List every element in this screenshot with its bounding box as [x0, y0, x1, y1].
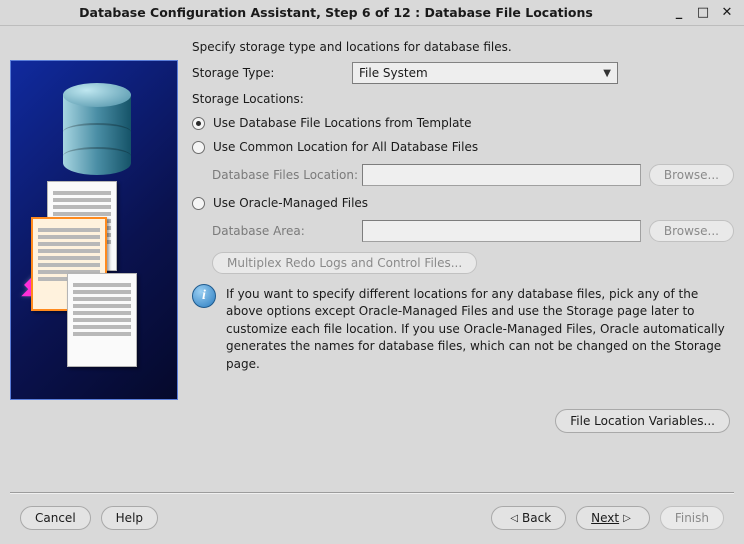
storage-locations-row: Storage Locations:	[192, 92, 734, 106]
next-button[interactable]: Next ▷	[576, 506, 650, 530]
wizard-sidebar-graphic	[10, 60, 178, 400]
common-location-label: Database Files Location:	[212, 168, 362, 182]
main-row: Specify storage type and locations for d…	[10, 34, 734, 492]
form-panel: Specify storage type and locations for d…	[190, 34, 734, 492]
storage-locations-label: Storage Locations:	[192, 92, 304, 106]
radio-omf-row: Use Oracle-Managed Files	[192, 196, 734, 210]
footer-right: ◁ Back Next ▷ Finish	[491, 506, 724, 530]
instruction-text: Specify storage type and locations for d…	[192, 40, 734, 54]
radio-use-template-label: Use Database File Locations from Templat…	[213, 116, 472, 130]
back-button[interactable]: ◁ Back	[491, 506, 566, 530]
footer-left: Cancel Help	[20, 506, 158, 530]
radio-use-common[interactable]	[192, 141, 205, 154]
storage-locations-group: Use Database File Locations from Templat…	[192, 116, 734, 274]
help-button[interactable]: Help	[101, 506, 158, 530]
wizard-footer: Cancel Help ◁ Back Next ▷ Finish	[10, 492, 734, 544]
radio-use-omf-label: Use Oracle-Managed Files	[213, 196, 368, 210]
common-location-input	[362, 164, 641, 186]
window-root: Database Configuration Assistant, Step 6…	[0, 0, 744, 544]
file-location-variables-button[interactable]: File Location Variables...	[555, 409, 730, 433]
storage-type-row: Storage Type: File System ▼	[192, 62, 734, 84]
titlebar: Database Configuration Assistant, Step 6…	[0, 0, 744, 26]
finish-button: Finish	[660, 506, 724, 530]
radio-use-omf[interactable]	[192, 197, 205, 210]
radio-template-row: Use Database File Locations from Templat…	[192, 116, 734, 130]
chevron-down-icon: ▼	[603, 68, 611, 79]
omf-area-input	[362, 220, 641, 242]
chevron-right-icon: ▷	[623, 513, 631, 524]
multiplex-row: Multiplex Redo Logs and Control Files...	[192, 252, 734, 274]
browse-common-button: Browse...	[649, 164, 734, 186]
cancel-button[interactable]: Cancel	[20, 506, 91, 530]
browse-omf-button: Browse...	[649, 220, 734, 242]
storage-type-value: File System	[359, 66, 428, 80]
storage-type-label: Storage Type:	[192, 66, 352, 80]
common-location-subrow: Database Files Location: Browse...	[192, 164, 734, 186]
info-icon: i	[192, 284, 216, 308]
maximize-button[interactable]: □	[694, 4, 712, 22]
next-button-label: Next	[591, 511, 619, 525]
info-row: i If you want to specify different locat…	[192, 284, 734, 373]
radio-common-row: Use Common Location for All Database Fil…	[192, 140, 734, 154]
omf-area-label: Database Area:	[212, 224, 362, 238]
minimize-button[interactable]: _	[670, 4, 688, 22]
document-icon	[67, 273, 137, 367]
radio-use-common-label: Use Common Location for All Database Fil…	[213, 140, 478, 154]
back-button-label: Back	[522, 511, 551, 525]
window-title: Database Configuration Assistant, Step 6…	[8, 5, 664, 20]
storage-type-select[interactable]: File System ▼	[352, 62, 618, 84]
content-area: Specify storage type and locations for d…	[0, 26, 744, 544]
multiplex-button: Multiplex Redo Logs and Control Files...	[212, 252, 477, 274]
omf-area-subrow: Database Area: Browse...	[192, 220, 734, 242]
info-text: If you want to specify different locatio…	[226, 284, 734, 373]
chevron-left-icon: ◁	[510, 513, 518, 524]
close-button[interactable]: ✕	[718, 4, 736, 22]
radio-use-template[interactable]	[192, 117, 205, 130]
database-cylinder-icon	[63, 83, 131, 183]
file-location-variables-row: File Location Variables...	[192, 409, 734, 433]
